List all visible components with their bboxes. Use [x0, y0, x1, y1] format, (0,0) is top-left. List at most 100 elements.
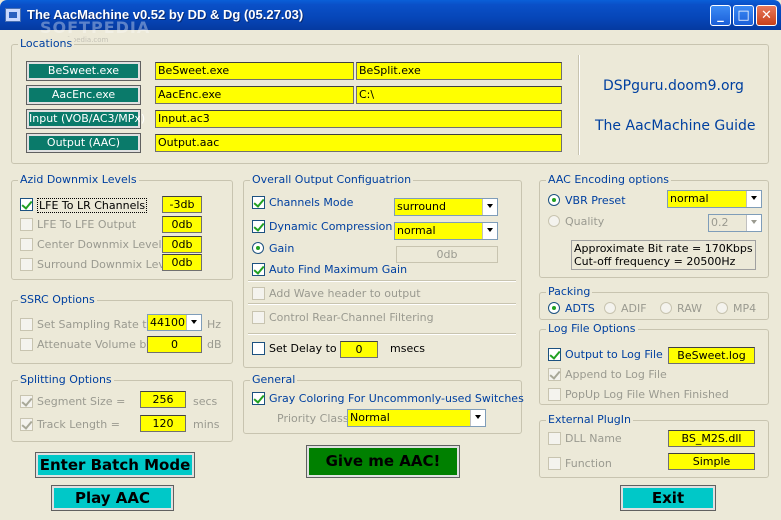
input-file-button[interactable]: Input (VOB/AC3/MPx) — [26, 109, 145, 129]
center-label: Center Downmix Level — [37, 238, 162, 251]
delay-unit: msecs — [390, 342, 425, 355]
delay-value[interactable]: 0 — [340, 341, 378, 358]
dll-name-label: DLL Name — [565, 432, 622, 445]
priority-class-label: Priority Class — [277, 412, 349, 425]
site-link[interactable]: DSPguru.doom9.org — [603, 78, 744, 94]
downmix-label: Azid Downmix Levels — [18, 173, 139, 186]
quality-radio[interactable] — [548, 215, 560, 227]
lfe-out-value[interactable]: 0db — [162, 216, 202, 233]
mp4-radio[interactable] — [716, 302, 728, 314]
aacenc-dir-field[interactable]: C:\ — [356, 86, 562, 104]
besplit-path-field[interactable]: BeSplit.exe — [356, 62, 562, 80]
track-length-label: Track Length = — [37, 418, 120, 431]
append-log-checkbox[interactable] — [548, 368, 561, 381]
gain-radio[interactable] — [252, 242, 264, 254]
rear-filter-checkbox[interactable] — [252, 311, 265, 324]
minimize-button[interactable]: _ — [710, 5, 731, 26]
channels-mode-select[interactable]: surround — [394, 198, 498, 216]
auto-find-gain-checkbox[interactable] — [252, 263, 265, 276]
adts-radio[interactable] — [548, 302, 560, 314]
chevron-down-icon[interactable] — [482, 199, 497, 215]
function-value[interactable]: Simple — [668, 453, 755, 470]
priority-class-select[interactable]: Normal — [347, 409, 486, 427]
vbr-preset-radio[interactable] — [548, 194, 560, 206]
guide-link[interactable]: The AacMachine Guide — [595, 118, 756, 134]
exit-button[interactable]: Exit — [620, 485, 716, 511]
external-plugin-label: External PlugIn — [546, 413, 633, 426]
dll-name-checkbox[interactable] — [548, 432, 561, 445]
overall-divider-1 — [248, 280, 516, 282]
gain-value[interactable]: 0db — [396, 246, 498, 263]
general-label: General — [250, 373, 298, 386]
vbr-preset-select[interactable]: normal — [667, 190, 762, 208]
chevron-down-icon[interactable] — [186, 315, 201, 330]
track-length-checkbox[interactable] — [20, 418, 33, 431]
output-file-button[interactable]: Output (AAC) — [26, 133, 141, 153]
output-path-field[interactable]: Output.aac — [155, 134, 562, 152]
app-icon[interactable] — [5, 8, 21, 22]
gain-label: Gain — [269, 242, 295, 255]
dynamic-compression-checkbox[interactable] — [252, 220, 265, 233]
segment-size-checkbox[interactable] — [20, 395, 33, 408]
lfe-lr-value[interactable]: -3db — [162, 196, 202, 213]
give-me-aac-button[interactable]: Give me AAC! — [306, 445, 460, 478]
track-length-value[interactable]: 120 — [140, 415, 186, 432]
popup-log-label: PopUp Log File When Finished — [565, 388, 729, 401]
play-aac-button[interactable]: Play AAC — [51, 485, 174, 511]
channels-mode-label: Channels Mode — [269, 196, 354, 209]
maximize-button[interactable]: □ — [733, 5, 754, 26]
mp4-label: MP4 — [733, 302, 757, 315]
center-value[interactable]: 0db — [162, 236, 202, 253]
segment-size-unit: secs — [193, 395, 218, 408]
center-checkbox[interactable] — [20, 238, 33, 251]
aac-encoding-label: AAC Encoding options — [546, 173, 672, 186]
chevron-down-icon[interactable] — [470, 410, 485, 426]
close-button[interactable]: ✕ — [756, 5, 777, 26]
chevron-down-icon[interactable] — [746, 191, 761, 207]
adif-radio[interactable] — [604, 302, 616, 314]
sampling-rate-checkbox[interactable] — [20, 318, 33, 331]
log-file-value[interactable]: BeSweet.log — [668, 347, 755, 364]
adif-label: ADIF — [621, 302, 647, 315]
attenuate-checkbox[interactable] — [20, 338, 33, 351]
chevron-down-icon[interactable] — [746, 215, 761, 231]
rear-filter-label: Control Rear-Channel Filtering — [269, 311, 434, 324]
attenuate-label: Attenuate Volume by — [37, 338, 153, 351]
batch-mode-button[interactable]: Enter Batch Mode — [35, 452, 195, 478]
function-checkbox[interactable] — [548, 457, 561, 470]
input-path-field[interactable]: Input.ac3 — [155, 110, 562, 128]
overall-divider-3 — [248, 333, 516, 335]
sampling-rate-value: 44100 — [150, 316, 185, 329]
auto-find-gain-label: Auto Find Maximum Gain — [269, 263, 408, 276]
dynamic-compression-select[interactable]: normal — [394, 222, 498, 240]
delay-checkbox[interactable] — [252, 342, 265, 355]
aacenc-path-field[interactable]: AacEnc.exe — [155, 86, 354, 104]
segment-size-label: Segment Size = — [37, 395, 126, 408]
dll-name-value[interactable]: BS_M2S.dll — [668, 430, 755, 447]
sampling-rate-label: Set Sampling Rate to — [37, 318, 154, 331]
surround-value[interactable]: 0db — [162, 254, 202, 271]
attenuate-value[interactable]: 0 — [147, 336, 202, 353]
sampling-rate-select[interactable]: 44100 — [147, 314, 202, 331]
segment-size-value[interactable]: 256 — [140, 391, 186, 408]
besweet-exe-button[interactable]: BeSweet.exe — [26, 61, 141, 81]
lfe-lr-checkbox[interactable] — [20, 198, 33, 211]
maximize-icon: □ — [737, 8, 750, 23]
surround-checkbox[interactable] — [20, 258, 33, 271]
overall-divider-2 — [248, 303, 516, 305]
output-log-label: Output to Log File — [565, 348, 663, 361]
quality-select[interactable]: 0.2 — [708, 214, 762, 232]
raw-radio[interactable] — [660, 302, 672, 314]
aacenc-exe-button[interactable]: AacEnc.exe — [26, 85, 141, 105]
chevron-down-icon[interactable] — [482, 223, 497, 239]
wave-header-checkbox[interactable] — [252, 287, 265, 300]
popup-log-checkbox[interactable] — [548, 388, 561, 401]
channels-mode-checkbox[interactable] — [252, 196, 265, 209]
lfe-out-checkbox[interactable] — [20, 218, 33, 231]
splitting-label: Splitting Options — [18, 373, 114, 386]
besweet-path-field[interactable]: BeSweet.exe — [155, 62, 354, 80]
output-log-checkbox[interactable] — [548, 348, 561, 361]
vbr-preset-label: VBR Preset — [565, 194, 626, 207]
gray-coloring-checkbox[interactable] — [252, 392, 265, 405]
cutoff-info: Cut-off frequency = 20500Hz — [574, 255, 736, 268]
